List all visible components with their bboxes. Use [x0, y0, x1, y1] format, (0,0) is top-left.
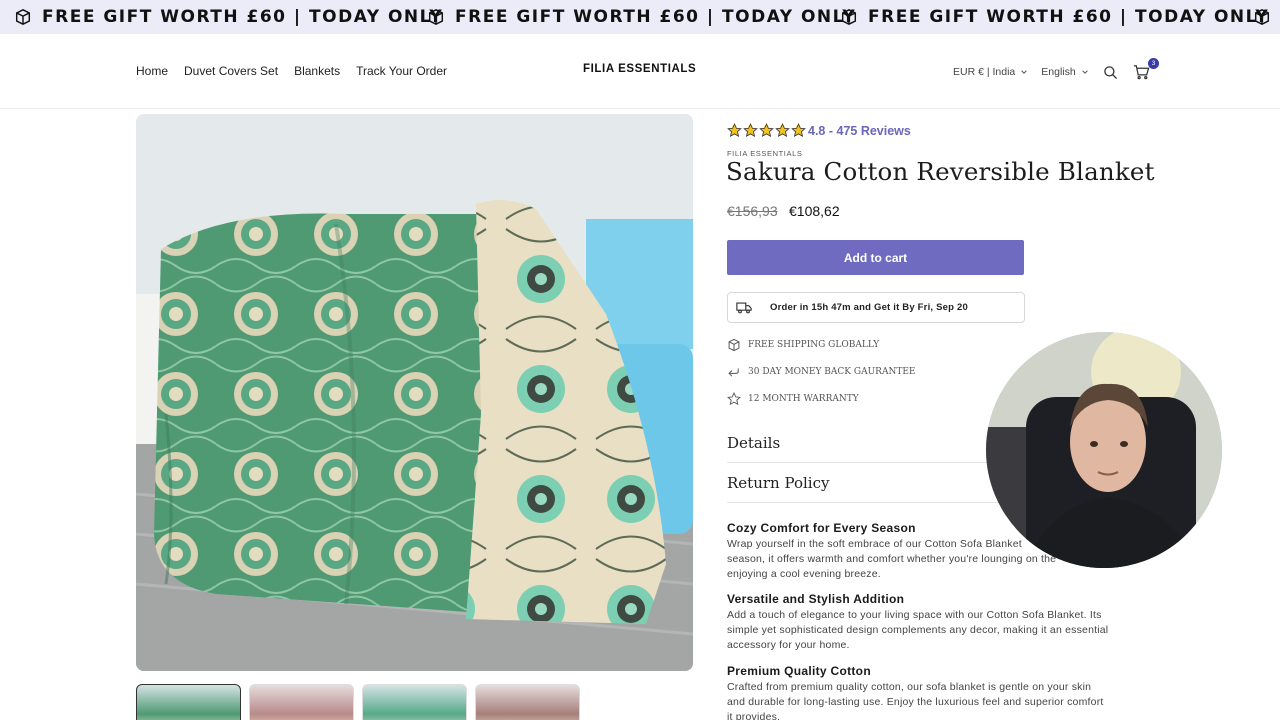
- currency-selector[interactable]: EUR € | India: [953, 66, 1028, 78]
- description-line: Crafted from premium quality cotton, our…: [727, 681, 1092, 693]
- chevron-down-icon: [1021, 70, 1028, 74]
- accordion-return-policy[interactable]: Return Policy: [727, 463, 1025, 503]
- thumbnail-teal[interactable]: [362, 684, 467, 720]
- announcement-item: FREE GIFT WORTH £60 | TODAY ONLY: [427, 0, 856, 34]
- perk-warranty: 12 MONTH WARRANTY: [727, 392, 859, 406]
- announcement-item: [1253, 0, 1271, 34]
- description-line: enjoying a cool evening breeze.: [727, 568, 881, 580]
- delivery-text: Order in 15h 47m and Get it By Fri, Sep …: [770, 302, 968, 313]
- star-icon: [791, 123, 806, 137]
- box-icon: [841, 8, 857, 26]
- description-line: Add a touch of elegance to your living s…: [727, 609, 1102, 621]
- return-arrow-icon: [728, 368, 739, 377]
- add-to-cart-button[interactable]: Add to cart: [727, 240, 1024, 275]
- thumbnail-green[interactable]: [136, 684, 241, 720]
- site-header: Home Duvet Covers Set Blankets Track You…: [0, 34, 1280, 109]
- nav-duvet-covers-set[interactable]: Duvet Covers Set: [184, 64, 278, 78]
- description-heading: Premium Quality Cotton: [727, 664, 871, 678]
- description-heading: Versatile and Stylish Addition: [727, 592, 905, 606]
- nav-blankets[interactable]: Blankets: [294, 64, 340, 78]
- perk-text: 30 DAY MONEY BACK GAURANTEE: [748, 367, 916, 377]
- truck-icon: [736, 302, 752, 314]
- currency-label: EUR € | India: [953, 66, 1016, 78]
- description-line: it provides.: [727, 711, 781, 720]
- description-line: and durable for long-lasting use. Enjoy …: [727, 696, 1104, 708]
- search-icon[interactable]: [1103, 65, 1118, 80]
- main-nav: Home Duvet Covers Set Blankets Track You…: [136, 64, 447, 78]
- accordion-details[interactable]: Details: [727, 423, 1025, 463]
- compare-at-price: €156,93: [727, 203, 778, 219]
- box-icon: [15, 8, 31, 26]
- perk-text: FREE SHIPPING GLOBALLY: [748, 340, 880, 350]
- box-icon: [728, 338, 740, 352]
- nav-track-order[interactable]: Track Your Order: [356, 64, 447, 78]
- header-utilities: EUR € | India English 3: [953, 58, 1159, 80]
- description-line: accessory for your home.: [727, 639, 850, 651]
- thumbnail-pink[interactable]: [249, 684, 354, 720]
- perk-free-shipping: FREE SHIPPING GLOBALLY: [727, 338, 879, 352]
- product-thumbnails: [136, 684, 580, 720]
- delivery-estimate: Order in 15h 47m and Get it By Fri, Sep …: [727, 292, 1025, 323]
- site-logo[interactable]: FILIA ESSENTIALS: [583, 63, 696, 75]
- description-section: Versatile and Stylish Addition Add a tou…: [727, 592, 1127, 653]
- language-label: English: [1041, 66, 1076, 78]
- chevron-down-icon: [1081, 70, 1088, 74]
- star-icon: [775, 123, 790, 137]
- product-rating: 4.8 - 475 Reviews: [727, 123, 911, 138]
- accordion-label: Return Policy: [727, 473, 830, 492]
- language-selector[interactable]: English: [1041, 66, 1088, 78]
- blanket-photo: [136, 114, 693, 671]
- box-icon: [428, 8, 444, 26]
- sale-price: €108,62: [789, 203, 840, 219]
- presenter-video: [986, 332, 1222, 568]
- announcement-item: FREE GIFT WORTH £60 | TODAY ONLY: [14, 0, 443, 34]
- star-icon: [727, 123, 742, 137]
- description-line: simple yet sophisticated design compleme…: [727, 624, 1109, 636]
- description-section: Premium Quality Cotton Crafted from prem…: [727, 664, 1127, 720]
- announcement-item: FREE GIFT WORTH £60 | TODAY ONLY: [840, 0, 1269, 34]
- box-icon: [1254, 8, 1270, 26]
- star-icon: [759, 123, 774, 137]
- reviews-link[interactable]: 4.8 - 475 Reviews: [808, 124, 911, 138]
- webcam-overlay: [986, 332, 1222, 568]
- product-title: Sakura Cotton Reversible Blanket: [726, 157, 1155, 186]
- perk-money-back: 30 DAY MONEY BACK GAURANTEE: [727, 365, 915, 379]
- announcement-bar: FREE GIFT WORTH £60 | TODAY ONLY FREE GI…: [0, 0, 1280, 34]
- cart-icon[interactable]: [1133, 64, 1150, 80]
- perk-text: 12 MONTH WARRANTY: [748, 394, 859, 404]
- star-icon: [743, 123, 758, 137]
- accordion-label: Details: [727, 433, 781, 452]
- star-outline-icon: [727, 392, 741, 406]
- thumbnail-rose[interactable]: [475, 684, 580, 720]
- product-main-image[interactable]: [136, 114, 693, 671]
- cart-count-badge: 3: [1148, 58, 1159, 69]
- nav-home[interactable]: Home: [136, 64, 168, 78]
